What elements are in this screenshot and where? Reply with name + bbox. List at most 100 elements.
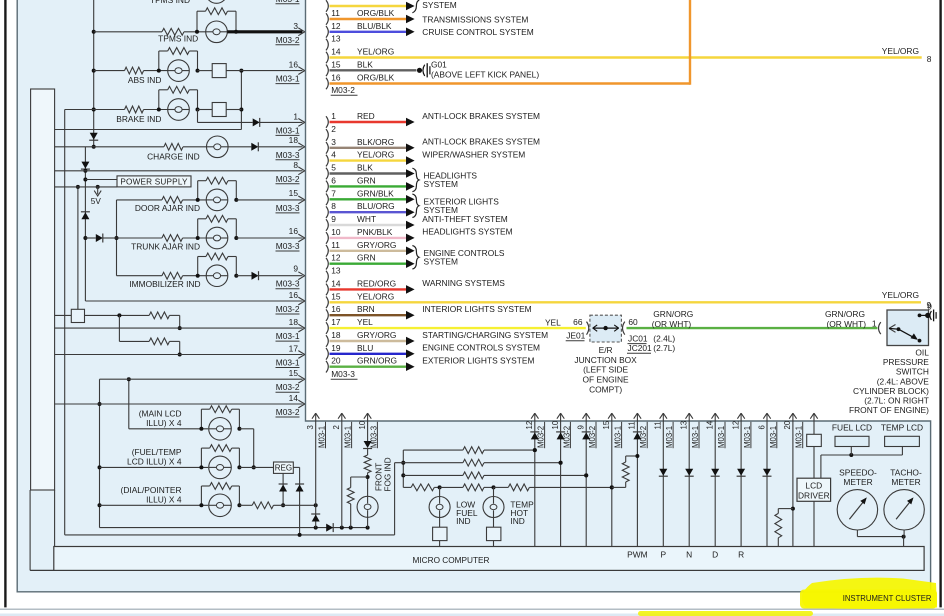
svg-text:GRN/ORG: GRN/ORG — [653, 309, 693, 319]
svg-text:ILLU) X 4: ILLU) X 4 — [146, 418, 182, 428]
svg-text:TACHO-: TACHO- — [890, 467, 922, 477]
svg-text:ORG/BLK: ORG/BLK — [357, 8, 395, 18]
svg-text:PNK/BLK: PNK/BLK — [357, 227, 393, 237]
svg-text:SYSTEM: SYSTEM — [422, 0, 456, 10]
svg-text:10: 10 — [551, 420, 560, 429]
svg-text:(FUEL/TEMP: (FUEL/TEMP — [132, 447, 182, 457]
svg-text:15: 15 — [289, 368, 299, 378]
svg-text:15: 15 — [289, 188, 299, 198]
svg-text:METER: METER — [891, 477, 920, 487]
svg-text:66: 66 — [573, 317, 583, 327]
svg-text:12: 12 — [731, 421, 740, 430]
svg-text:17: 17 — [289, 344, 299, 354]
svg-text:CYLINDER BLOCK): CYLINDER BLOCK) — [853, 386, 929, 396]
svg-text:20: 20 — [331, 356, 341, 366]
svg-text:D: D — [712, 549, 718, 559]
svg-text:M03-1: M03-1 — [276, 0, 300, 4]
svg-text:JC201: JC201 — [628, 343, 653, 353]
svg-text:BRN: BRN — [357, 304, 375, 314]
svg-text:12: 12 — [525, 421, 534, 430]
svg-text:10: 10 — [331, 227, 341, 237]
svg-text:14: 14 — [331, 278, 341, 288]
svg-text:7: 7 — [331, 188, 336, 198]
svg-text:6: 6 — [331, 175, 336, 185]
svg-text:GRN/BLK: GRN/BLK — [357, 188, 394, 198]
svg-text:ORG/BLK: ORG/BLK — [357, 73, 395, 83]
svg-text:60: 60 — [628, 317, 638, 327]
svg-text:10: 10 — [358, 420, 367, 429]
svg-text:6: 6 — [757, 425, 766, 429]
svg-text:YEL/ORG: YEL/ORG — [882, 290, 919, 300]
svg-text:INSTRUMENT CLUSTER: INSTRUMENT CLUSTER — [843, 593, 932, 603]
svg-text:DOOR AJAR IND: DOOR AJAR IND — [135, 203, 200, 213]
svg-text:11: 11 — [331, 8, 340, 18]
svg-text:WARNING SYSTEMS: WARNING SYSTEMS — [422, 278, 505, 288]
svg-text:CHARGE IND: CHARGE IND — [147, 152, 200, 162]
svg-text:3: 3 — [293, 21, 298, 31]
svg-text:SPEEDO-: SPEEDO- — [839, 467, 877, 477]
svg-text:9: 9 — [293, 264, 298, 274]
svg-text:E/R: E/R — [599, 345, 613, 355]
svg-text:ENGINE CONTROLS SYSTEM: ENGINE CONTROLS SYSTEM — [422, 343, 540, 353]
svg-text:PRESSURE: PRESSURE — [883, 357, 929, 367]
svg-text:IND: IND — [456, 516, 470, 526]
svg-text:17: 17 — [331, 317, 341, 327]
svg-text:13: 13 — [331, 34, 341, 44]
svg-text:13: 13 — [680, 421, 689, 430]
svg-text:16: 16 — [289, 290, 299, 300]
svg-text:M03-2: M03-2 — [276, 304, 300, 314]
svg-text:M03-2: M03-2 — [276, 407, 300, 417]
svg-text:M03-3: M03-3 — [276, 150, 300, 160]
svg-text:11: 11 — [628, 421, 637, 429]
svg-text:LCD: LCD — [805, 481, 822, 491]
svg-text:GRN: GRN — [357, 175, 376, 185]
svg-text:POWER SUPPLY: POWER SUPPLY — [120, 178, 188, 187]
svg-text:TPMS IND: TPMS IND — [150, 0, 190, 5]
svg-text:TPMS IND: TPMS IND — [158, 34, 198, 44]
svg-text:WIPER/WASHER SYSTEM: WIPER/WASHER SYSTEM — [422, 149, 525, 159]
svg-text:ABS IND: ABS IND — [128, 75, 162, 85]
svg-text:GRN: GRN — [357, 253, 376, 263]
svg-text:BLU/BLK: BLU/BLK — [357, 21, 392, 31]
svg-text:M03-3: M03-3 — [276, 279, 300, 289]
svg-text:G01: G01 — [431, 60, 447, 70]
svg-text:ANTI-LOCK BRAKES SYSTEM: ANTI-LOCK BRAKES SYSTEM — [422, 111, 540, 121]
svg-text:M03-3: M03-3 — [276, 241, 300, 251]
svg-text:DRIVER: DRIVER — [798, 491, 830, 501]
svg-text:11: 11 — [331, 240, 340, 250]
svg-text:M03-3: M03-3 — [331, 369, 355, 379]
svg-text:IND: IND — [510, 516, 524, 526]
svg-text:M03-2: M03-2 — [276, 174, 300, 184]
svg-text:CRUISE CONTROL SYSTEM: CRUISE CONTROL SYSTEM — [422, 27, 533, 37]
svg-text:PWM: PWM — [627, 549, 647, 559]
svg-text:2: 2 — [331, 124, 336, 134]
svg-text:ILLU) X 4: ILLU) X 4 — [146, 494, 182, 504]
svg-text:HEADLIGHTS SYSTEM: HEADLIGHTS SYSTEM — [422, 227, 512, 237]
svg-text:R: R — [738, 549, 744, 559]
svg-text:M03-1: M03-1 — [276, 358, 300, 368]
svg-text:14: 14 — [706, 420, 715, 429]
svg-text:3: 3 — [306, 425, 315, 429]
svg-text:8: 8 — [293, 160, 298, 170]
svg-text:GRN/ORG: GRN/ORG — [825, 309, 865, 319]
svg-text:BLU: BLU — [357, 343, 373, 353]
svg-text:(2.7L: ON RIGHT: (2.7L: ON RIGHT — [864, 396, 929, 406]
svg-text:OIL: OIL — [915, 348, 929, 358]
svg-text:JE01: JE01 — [566, 331, 585, 341]
svg-text:5V: 5V — [91, 197, 102, 206]
svg-text:INTERIOR LIGHTS SYSTEM: INTERIOR LIGHTS SYSTEM — [422, 304, 531, 314]
svg-text:1: 1 — [293, 111, 298, 121]
svg-text:12: 12 — [331, 21, 341, 31]
svg-text:9: 9 — [927, 300, 932, 310]
svg-text:(ABOVE LEFT KICK PANEL): (ABOVE LEFT KICK PANEL) — [431, 69, 539, 79]
svg-text:WHT: WHT — [357, 214, 376, 224]
svg-text:14: 14 — [331, 47, 341, 57]
svg-text:TEMP LCD: TEMP LCD — [881, 423, 923, 433]
svg-text:15: 15 — [602, 420, 611, 429]
svg-text:18: 18 — [289, 317, 299, 327]
svg-text:SYSTEM: SYSTEM — [424, 256, 458, 266]
svg-text:RED/ORG: RED/ORG — [357, 278, 396, 288]
svg-text:EXTERIOR LIGHTS SYSTEM: EXTERIOR LIGHTS SYSTEM — [422, 356, 534, 366]
svg-text:BLU/ORG: BLU/ORG — [357, 201, 395, 211]
svg-text:METER: METER — [843, 477, 872, 487]
